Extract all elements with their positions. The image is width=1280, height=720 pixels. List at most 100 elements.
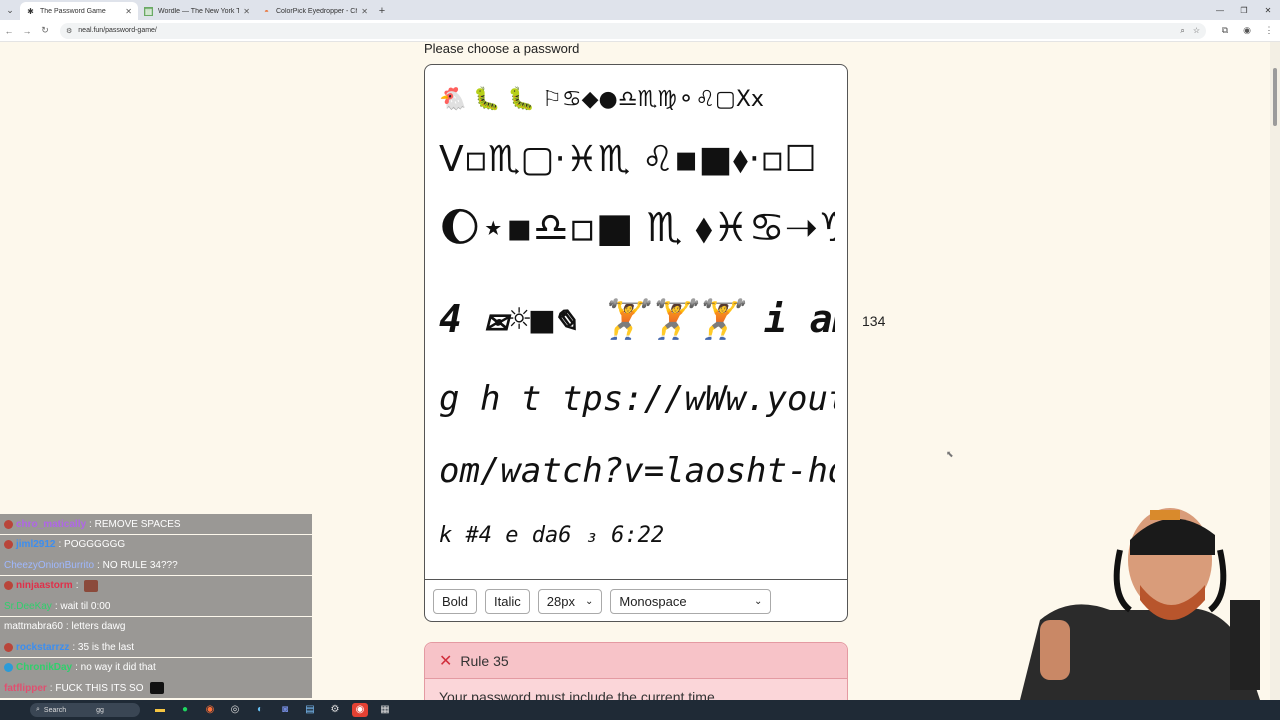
- emote-icon: [149, 682, 164, 694]
- spotify-icon[interactable]: ●: [177, 703, 193, 717]
- chat-username: CheezyOnionBurrito: [4, 559, 95, 571]
- chat-message: CheezyOnionBurrito : NO RULE 34???: [0, 555, 312, 575]
- chat-message: ninjaastorm :: [0, 575, 312, 596]
- bookmark-star-icon[interactable]: ☆: [1193, 26, 1200, 35]
- extensions-icon[interactable]: ⧉: [1214, 25, 1236, 36]
- italic-button[interactable]: Italic: [485, 588, 530, 614]
- chat-text: : POGGGGGG: [58, 539, 126, 550]
- chat-username: ChronikDay: [16, 662, 73, 673]
- zoom-icon[interactable]: ⌕: [1180, 26, 1184, 36]
- tab-search-icon[interactable]: ⌄: [0, 0, 20, 20]
- steam-icon[interactable]: ◐: [252, 703, 268, 717]
- search-icon: ⌕: [36, 706, 40, 713]
- close-icon[interactable]: ✕: [125, 7, 132, 16]
- password-line: om/watch?v=laosht-hqh: [439, 451, 835, 491]
- emote-icon: [84, 579, 99, 592]
- rule-title: Rule 35: [460, 652, 509, 669]
- page-title: Please choose a password: [424, 41, 580, 56]
- chat-text: : NO RULE 34???: [97, 559, 178, 571]
- close-icon[interactable]: ✕: [243, 7, 250, 16]
- calculator-icon[interactable]: ▦: [377, 703, 393, 717]
- password-input[interactable]: 🐔 🐛 🐛 ⚐♋◆●♎♏♍⚬♌▢Xx V▫♏▢⋅♓♏ ♌▪■⬧⋅▫☐ 🌔⋆▪♎▫…: [439, 75, 835, 585]
- wordle-icon: ▦: [144, 6, 153, 16]
- chat-username: ninjaastorm: [16, 580, 73, 591]
- badge-icon: [4, 519, 13, 529]
- maximize-icon[interactable]: ❐: [1232, 0, 1256, 20]
- chat-text: : 35 is the last: [72, 641, 135, 653]
- chat-message: Sr.DeeKay : wait til 0:00: [0, 596, 312, 616]
- close-window-icon[interactable]: ✕: [1256, 0, 1280, 20]
- new-tab-button[interactable]: +: [374, 2, 390, 20]
- minimize-icon[interactable]: —: [1208, 0, 1232, 20]
- reload-icon[interactable]: ↻: [36, 25, 54, 36]
- password-line: g h t tps://wWw.youtube.c: [439, 379, 835, 419]
- chat-username: fatflipper: [4, 682, 47, 694]
- badge-icon: [4, 663, 13, 672]
- chat-username: chro_matically: [16, 518, 87, 530]
- site-info-icon[interactable]: ⚙: [66, 27, 72, 35]
- tab-colorpick[interactable]: ◓ ColorPick Eyedropper - Chrom ✕: [256, 2, 374, 20]
- file-explorer-icon[interactable]: ▬: [152, 703, 168, 717]
- password-line: 4 ✉☼■✎ 🏋🏋🏋 i am nOU: [439, 297, 835, 341]
- chat-username: jiml2912: [16, 539, 56, 550]
- badge-icon: [4, 581, 13, 590]
- menu-icon[interactable]: ⋮: [1258, 25, 1280, 36]
- chevron-down-icon: ⌄: [753, 595, 763, 607]
- tab-bar: ⌄ ✱ The Password Game ✕ ▦ Wordle — The N…: [0, 0, 1280, 20]
- chat-text: : FUCK THIS ITS SO: [49, 682, 144, 694]
- window-controls: — ❐ ✕: [1208, 0, 1280, 20]
- password-line: 🌔⋆▪♎▫■ ♏ ⬧♓♋➝♑: [439, 205, 835, 251]
- forward-icon[interactable]: →: [18, 26, 36, 36]
- bold-button[interactable]: Bold: [433, 588, 478, 614]
- chat-username: rockstarrzz: [16, 641, 70, 653]
- tab-wordle[interactable]: ▦ Wordle — The New York Times ✕: [138, 2, 256, 20]
- chrome-icon[interactable]: ◉: [352, 703, 368, 717]
- page-scrollbar[interactable]: [1270, 42, 1280, 700]
- font-size-select[interactable]: 28px ⌄: [537, 588, 603, 614]
- chat-message: chro_matically : REMOVE SPACES: [0, 514, 312, 534]
- character-count: 134: [862, 313, 886, 329]
- password-line: k #4 e da6 ₃ 6:22: [439, 523, 665, 548]
- chat-text: :: [75, 580, 79, 591]
- taskbar-search[interactable]: ⌕ Search gg: [30, 703, 140, 717]
- chevron-down-icon: ⌄: [584, 595, 594, 607]
- chat-username: mattmabra60: [4, 621, 63, 632]
- discord-icon[interactable]: ◙: [277, 703, 293, 717]
- password-line: 🐔 🐛 🐛 ⚐♋◆●♎♏♍⚬♌▢Xx: [439, 87, 764, 112]
- chat-message: ChronikDay : no way it did that: [0, 657, 312, 678]
- firefox-icon[interactable]: ◉: [202, 703, 218, 717]
- password-box[interactable]: 🐔 🐛 🐛 ⚐♋◆●♎♏♍⚬♌▢Xx V▫♏▢⋅♓♏ ♌▪■⬧⋅▫☐ 🌔⋆▪♎▫…: [424, 64, 848, 622]
- chat-username: Sr.DeeKay: [4, 600, 52, 612]
- chat-text: : no way it did that: [75, 662, 156, 673]
- settings-icon[interactable]: ⚙: [327, 703, 343, 717]
- back-icon[interactable]: ←: [0, 26, 18, 36]
- badge-icon: [4, 540, 13, 549]
- notepad-icon[interactable]: ▤: [302, 703, 318, 717]
- webcam-feed: [1020, 508, 1260, 700]
- asterisk-icon: ✱: [27, 6, 34, 16]
- chat-message: mattmabra60 : letters dawg: [0, 616, 312, 637]
- badge-icon: [4, 642, 13, 652]
- os-taskbar: ⌕ Search gg ▬ ● ◉ ◎ ◐ ◙ ▤ ⚙ ◉ ▦: [0, 700, 1280, 720]
- url-field[interactable]: ⚙ neal.fun/password-game/ ⌕ ☆: [60, 22, 1206, 39]
- scrollbar-thumb[interactable]: [1273, 68, 1277, 126]
- chat-message: rockstarrzz : 35 is the last: [0, 637, 312, 657]
- profile-icon[interactable]: ◉: [1236, 25, 1258, 36]
- font-family-select[interactable]: Monospace ⌄: [610, 588, 772, 614]
- tab-password-game[interactable]: ✱ The Password Game ✕: [20, 2, 138, 20]
- mouse-cursor-icon: ⬉: [946, 449, 954, 459]
- eyedropper-icon: ◓: [264, 6, 269, 16]
- password-line: V▫♏▢⋅♓♏ ♌▪■⬧⋅▫☐: [439, 139, 817, 180]
- format-toolbar: Bold Italic 28px ⌄ Monospace ⌄: [425, 579, 847, 621]
- close-icon[interactable]: ✕: [361, 7, 368, 16]
- address-bar: ← → ↻ ⚙ neal.fun/password-game/ ⌕ ☆ ⧉ ◉ …: [0, 20, 1280, 42]
- chat-text: : REMOVE SPACES: [89, 518, 181, 530]
- chat-text: : letters dawg: [65, 621, 126, 632]
- chat-text: : wait til 0:00: [54, 600, 111, 612]
- chat-message: fatflipper : FUCK THIS ITS SO: [0, 678, 312, 698]
- chat-message: jiml2912 : POGGGGGG: [0, 534, 312, 555]
- rule-header: ✕ Rule 35: [425, 643, 847, 679]
- stream-chat: chro_matically : REMOVE SPACES jiml2912 …: [0, 514, 312, 700]
- obs-icon[interactable]: ◎: [227, 703, 243, 717]
- error-x-icon: ✕: [439, 652, 453, 670]
